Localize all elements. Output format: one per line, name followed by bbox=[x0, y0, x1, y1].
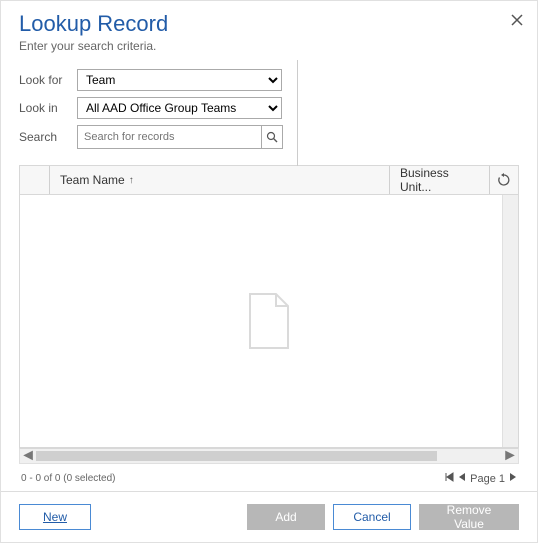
search-criteria: Look for Team Look in All AAD Office Gro… bbox=[1, 57, 537, 165]
dialog-footer: New Add Cancel Remove Value bbox=[1, 491, 537, 542]
dialog-title: Lookup Record bbox=[19, 11, 519, 37]
refresh-button[interactable] bbox=[490, 173, 518, 187]
sort-asc-icon: ↑ bbox=[129, 175, 134, 186]
new-button[interactable]: New bbox=[19, 504, 91, 530]
empty-file-icon bbox=[246, 292, 292, 350]
remove-value-button[interactable]: Remove Value bbox=[419, 504, 519, 530]
close-icon bbox=[511, 14, 523, 26]
page-label: Page 1 bbox=[470, 473, 505, 485]
lookup-dialog: Lookup Record Enter your search criteria… bbox=[1, 1, 537, 542]
chevron-right-icon bbox=[509, 472, 517, 482]
scroll-track[interactable] bbox=[36, 449, 502, 463]
first-page-button[interactable] bbox=[444, 472, 454, 485]
dialog-header: Lookup Record Enter your search criteria… bbox=[1, 1, 537, 57]
chevron-left-icon bbox=[458, 472, 466, 482]
lookfor-select[interactable]: Team bbox=[77, 69, 282, 91]
search-input[interactable] bbox=[77, 125, 261, 149]
lookfor-label: Look for bbox=[19, 73, 77, 87]
scroll-right-icon[interactable]: ► bbox=[502, 448, 518, 464]
column-business-unit-label: Business Unit... bbox=[400, 166, 479, 194]
column-team-name-label: Team Name bbox=[60, 173, 125, 187]
scroll-left-icon[interactable]: ◄ bbox=[20, 448, 36, 464]
lookin-select[interactable]: All AAD Office Group Teams bbox=[77, 97, 282, 119]
search-button[interactable] bbox=[261, 125, 283, 149]
cancel-button[interactable]: Cancel bbox=[333, 504, 411, 530]
add-button[interactable]: Add bbox=[247, 504, 325, 530]
prev-page-button[interactable] bbox=[458, 472, 466, 485]
lookin-label: Look in bbox=[19, 101, 77, 115]
grid-body bbox=[19, 195, 519, 448]
close-button[interactable] bbox=[511, 13, 523, 31]
search-icon bbox=[266, 131, 278, 143]
results-grid: Team Name ↑ Business Unit... ◄ ► 0 - 0 o… bbox=[1, 165, 537, 491]
refresh-icon bbox=[497, 173, 511, 187]
search-label: Search bbox=[19, 130, 77, 144]
grid-header: Team Name ↑ Business Unit... bbox=[19, 165, 519, 195]
scroll-thumb[interactable] bbox=[36, 451, 437, 461]
divider bbox=[297, 60, 298, 166]
column-team-name[interactable]: Team Name ↑ bbox=[50, 166, 390, 194]
dialog-subtitle: Enter your search criteria. bbox=[19, 39, 519, 53]
horizontal-scrollbar[interactable]: ◄ ► bbox=[19, 448, 519, 464]
pager: Page 1 bbox=[444, 472, 517, 485]
status-bar: 0 - 0 of 0 (0 selected) Page 1 bbox=[19, 464, 519, 491]
select-all-column[interactable] bbox=[20, 166, 50, 194]
record-range: 0 - 0 of 0 (0 selected) bbox=[21, 473, 116, 484]
vertical-scrollbar[interactable] bbox=[502, 195, 518, 447]
next-page-button[interactable] bbox=[509, 472, 517, 485]
column-business-unit[interactable]: Business Unit... bbox=[390, 166, 490, 194]
first-page-icon bbox=[444, 472, 454, 482]
